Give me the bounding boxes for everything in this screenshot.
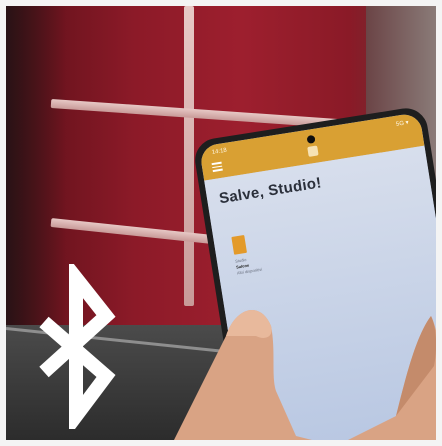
bluetooth-icon	[39, 264, 116, 429]
menu-icon[interactable]	[211, 161, 223, 172]
status-signal: 5G ▾	[395, 119, 410, 128]
photo: 14:18 5G ▾ Salve, Studio! Studio Salone …	[6, 6, 436, 440]
device-card[interactable]	[231, 234, 248, 255]
status-time: 14:18	[211, 147, 228, 156]
bell-icon[interactable]	[306, 145, 319, 157]
hand	[174, 309, 436, 440]
rail-vertical	[184, 6, 194, 306]
greeting-title: Salve, Studio!	[217, 174, 323, 208]
